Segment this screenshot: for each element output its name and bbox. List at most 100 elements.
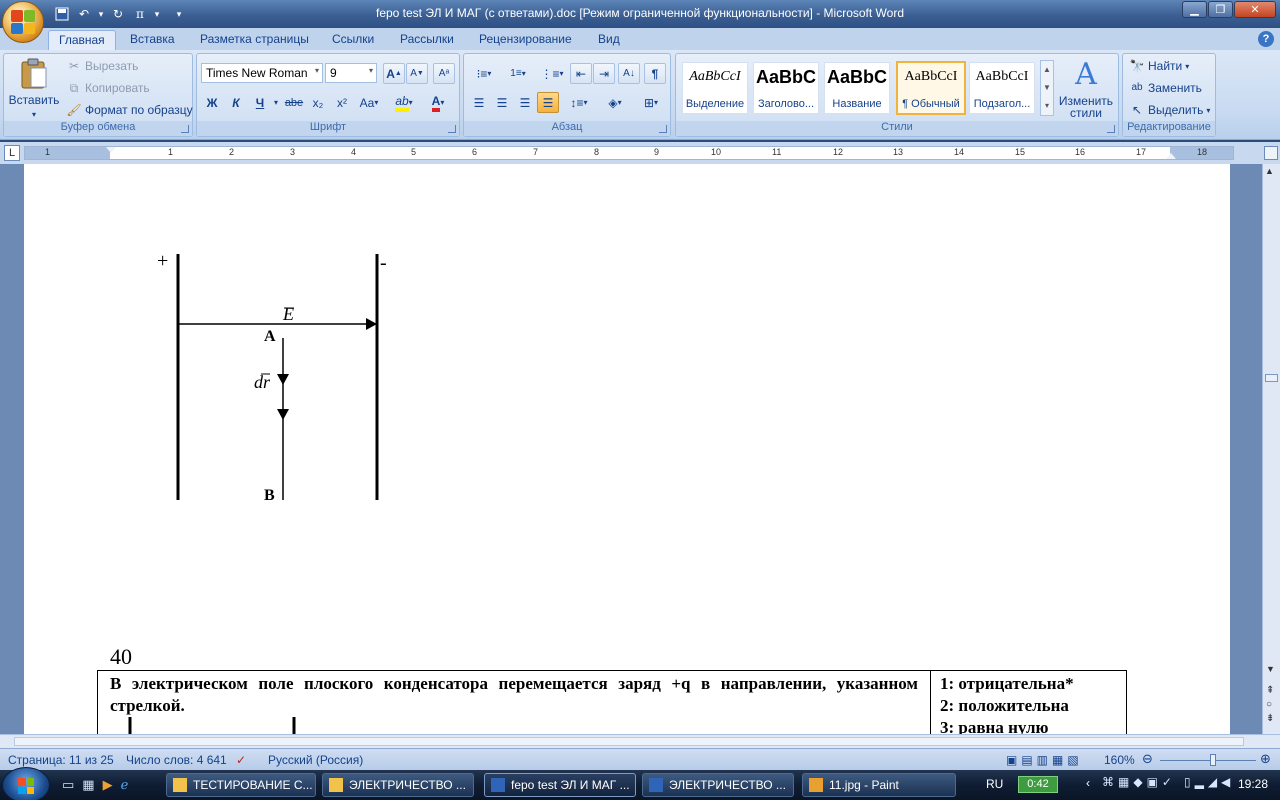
show-marks-button[interactable]: ¶ — [644, 63, 666, 84]
view-ruler-icon[interactable] — [1264, 146, 1278, 160]
page-indicator[interactable]: Страница: 11 из 25 — [8, 753, 114, 767]
taskbar-item-active[interactable]: fepo test ЭЛ И МАГ ... — [484, 773, 636, 797]
italic-button[interactable]: К — [225, 92, 247, 113]
font-name-select[interactable]: Times New Roman ▾ — [201, 63, 323, 83]
tab-selector[interactable]: L — [4, 145, 20, 161]
maximize-button[interactable]: ❐ — [1208, 1, 1233, 18]
select-button[interactable]: ↖ Выделить ▾ — [1129, 102, 1210, 118]
show-desktop-icon[interactable]: ▭ — [62, 777, 74, 793]
cut-button[interactable]: ✂ Вырезать — [66, 58, 138, 74]
battery-timer[interactable]: 0:42 — [1018, 776, 1058, 793]
tab-references[interactable]: Ссылки — [322, 30, 384, 50]
language-bar[interactable]: RU — [986, 777, 1003, 791]
taskbar-item[interactable]: 11.jpg - Paint — [802, 773, 956, 797]
change-case-button[interactable]: Aa ▾ — [355, 92, 383, 113]
horizontal-scroll-thumb[interactable] — [14, 737, 1244, 746]
horizontal-ruler[interactable]: 1 1 2 3 4 5 6 7 8 9 10 11 12 13 14 15 16… — [24, 146, 1234, 160]
vertical-scrollbar[interactable]: ▲ ▼ ⇞ ○ ⇟ — [1262, 164, 1280, 734]
minimize-button[interactable]: ▁ — [1182, 1, 1207, 18]
vertical-scroll-thumb[interactable] — [1265, 374, 1278, 382]
styles-launcher-icon[interactable] — [1107, 125, 1115, 133]
horizontal-scrollbar[interactable] — [0, 734, 1280, 748]
style-normal[interactable]: AaBbCcI ¶ Обычный — [896, 61, 966, 115]
internet-explorer-icon[interactable]: ℯ — [121, 777, 129, 793]
left-indent-marker[interactable] — [106, 147, 116, 153]
language-indicator[interactable]: Русский (Россия) — [268, 753, 363, 767]
bullets-button[interactable]: ⁝≡ ▾ — [468, 63, 500, 84]
underline-dropdown[interactable]: ▾ — [271, 92, 281, 113]
scroll-up-icon[interactable]: ▲ — [1265, 166, 1274, 176]
switch-windows-icon[interactable]: ▦ — [82, 777, 94, 793]
align-center-button[interactable]: ☰ — [491, 92, 513, 113]
shading-button[interactable]: ◈ ▾ — [600, 92, 630, 113]
paragraph-launcher-icon[interactable] — [659, 125, 667, 133]
zoom-out-icon[interactable]: ⊖ — [1142, 751, 1153, 767]
bold-button[interactable]: Ж — [201, 92, 223, 113]
shrink-font-button[interactable]: A ▼ — [406, 63, 428, 84]
line-spacing-button[interactable]: ↕≡ ▾ — [564, 92, 594, 113]
subscript-button[interactable]: x₂ — [307, 92, 329, 113]
decrease-indent-button[interactable]: ⇤ — [570, 63, 592, 84]
zoom-slider-thumb[interactable] — [1210, 754, 1216, 766]
clear-formatting-button[interactable]: Aᵃ — [433, 63, 455, 84]
taskbar-item[interactable]: ЭЛЕКТРИЧЕСТВО ... — [642, 773, 794, 797]
tray-expand-icon[interactable]: ‹ — [1086, 776, 1090, 790]
tab-page-layout[interactable]: Разметка страницы — [190, 30, 319, 50]
highlight-button[interactable]: ab ▾ — [389, 92, 419, 113]
increase-indent-button[interactable]: ⇥ — [593, 63, 615, 84]
taskbar-item[interactable]: ЭЛЕКТРИЧЕСТВО ... — [322, 773, 474, 797]
taskbar: ▭ ▦ ▶ ℯ ТЕСТИРОВАНИЕ С... ЭЛЕКТРИЧЕСТВО … — [0, 767, 1280, 800]
strikethrough-button[interactable]: abe — [283, 92, 305, 113]
view-buttons[interactable]: ▣▤▥▦▧ — [1006, 753, 1083, 767]
media-player-icon[interactable]: ▶ — [103, 777, 113, 793]
proofing-icon[interactable]: ✓ — [236, 753, 246, 767]
right-indent-marker[interactable] — [1166, 153, 1176, 159]
align-right-button[interactable]: ☰ — [514, 92, 536, 113]
paste-button[interactable]: Вставить ▾ — [8, 58, 60, 119]
zoom-level[interactable]: 160% — [1104, 753, 1135, 767]
format-painter-button[interactable]: 🖌 Формат по образцу — [66, 102, 192, 118]
underline-button[interactable]: Ч — [249, 92, 271, 113]
font-size-select[interactable]: 9 ▾ — [325, 63, 377, 83]
tab-review[interactable]: Рецензирование — [469, 30, 582, 50]
font-color-button[interactable]: A ▾ — [423, 92, 453, 113]
justify-button[interactable]: ☰ — [537, 92, 559, 113]
change-styles-button[interactable]: A Изменить стили — [1058, 58, 1114, 120]
tray-icons[interactable]: ⌘▦◆▣✓ — [1102, 775, 1176, 789]
font-launcher-icon[interactable] — [448, 125, 456, 133]
tab-home[interactable]: Главная — [48, 30, 116, 50]
superscript-button[interactable]: x² — [331, 92, 353, 113]
start-button[interactable] — [2, 767, 50, 800]
word-count[interactable]: Число слов: 4 641 — [126, 753, 227, 767]
replace-button[interactable]: ab Заменить — [1129, 80, 1202, 96]
scroll-down-icon[interactable]: ▼ — [1266, 664, 1275, 674]
styles-scroll[interactable]: ▲ ▼ ▾ — [1040, 60, 1054, 116]
close-button[interactable]: ✕ — [1234, 1, 1276, 18]
numbering-button[interactable]: 1≡ ▾ — [502, 63, 534, 84]
style-subtitle[interactable]: AaBbCcI Подзагол... — [969, 62, 1035, 114]
tab-insert[interactable]: Вставка — [120, 30, 185, 50]
sort-button[interactable]: A↓ — [618, 63, 640, 84]
style-heading[interactable]: AaBbC Заголово... — [753, 62, 819, 114]
borders-button[interactable]: ⊞ ▾ — [636, 92, 666, 113]
style-emphasis[interactable]: AaBbCcI Выделение — [682, 62, 748, 114]
tab-view[interactable]: Вид — [588, 30, 630, 50]
zoom-slider[interactable] — [1160, 760, 1256, 761]
taskbar-item[interactable]: ТЕСТИРОВАНИЕ С... — [166, 773, 316, 797]
clock[interactable]: 19:28 — [1238, 777, 1268, 791]
ruler-number: 12 — [833, 147, 844, 157]
style-title[interactable]: AaBbC Название — [824, 62, 890, 114]
multilevel-list-button[interactable]: ⋮≡ ▾ — [536, 63, 568, 84]
tab-mailings[interactable]: Рассылки — [390, 30, 464, 50]
align-left-button[interactable]: ☰ — [468, 92, 490, 113]
find-button[interactable]: 🔭 Найти ▾ — [1129, 58, 1190, 74]
power-network-volume-icons[interactable]: ▯▂◢◀ — [1184, 775, 1234, 789]
copy-button[interactable]: ⧉ Копировать — [66, 80, 150, 96]
browse-object-icons[interactable]: ⇞ ○ ⇟ — [1266, 684, 1274, 726]
grow-font-button[interactable]: A ▲ — [383, 63, 405, 84]
clipboard-launcher-icon[interactable] — [181, 125, 189, 133]
document-page[interactable]: + - E A dr B 40 В электрическом поле пло… — [24, 164, 1230, 734]
help-icon[interactable]: ? — [1258, 31, 1274, 47]
zoom-in-icon[interactable]: ⊕ — [1260, 751, 1271, 767]
office-button[interactable] — [2, 1, 44, 43]
